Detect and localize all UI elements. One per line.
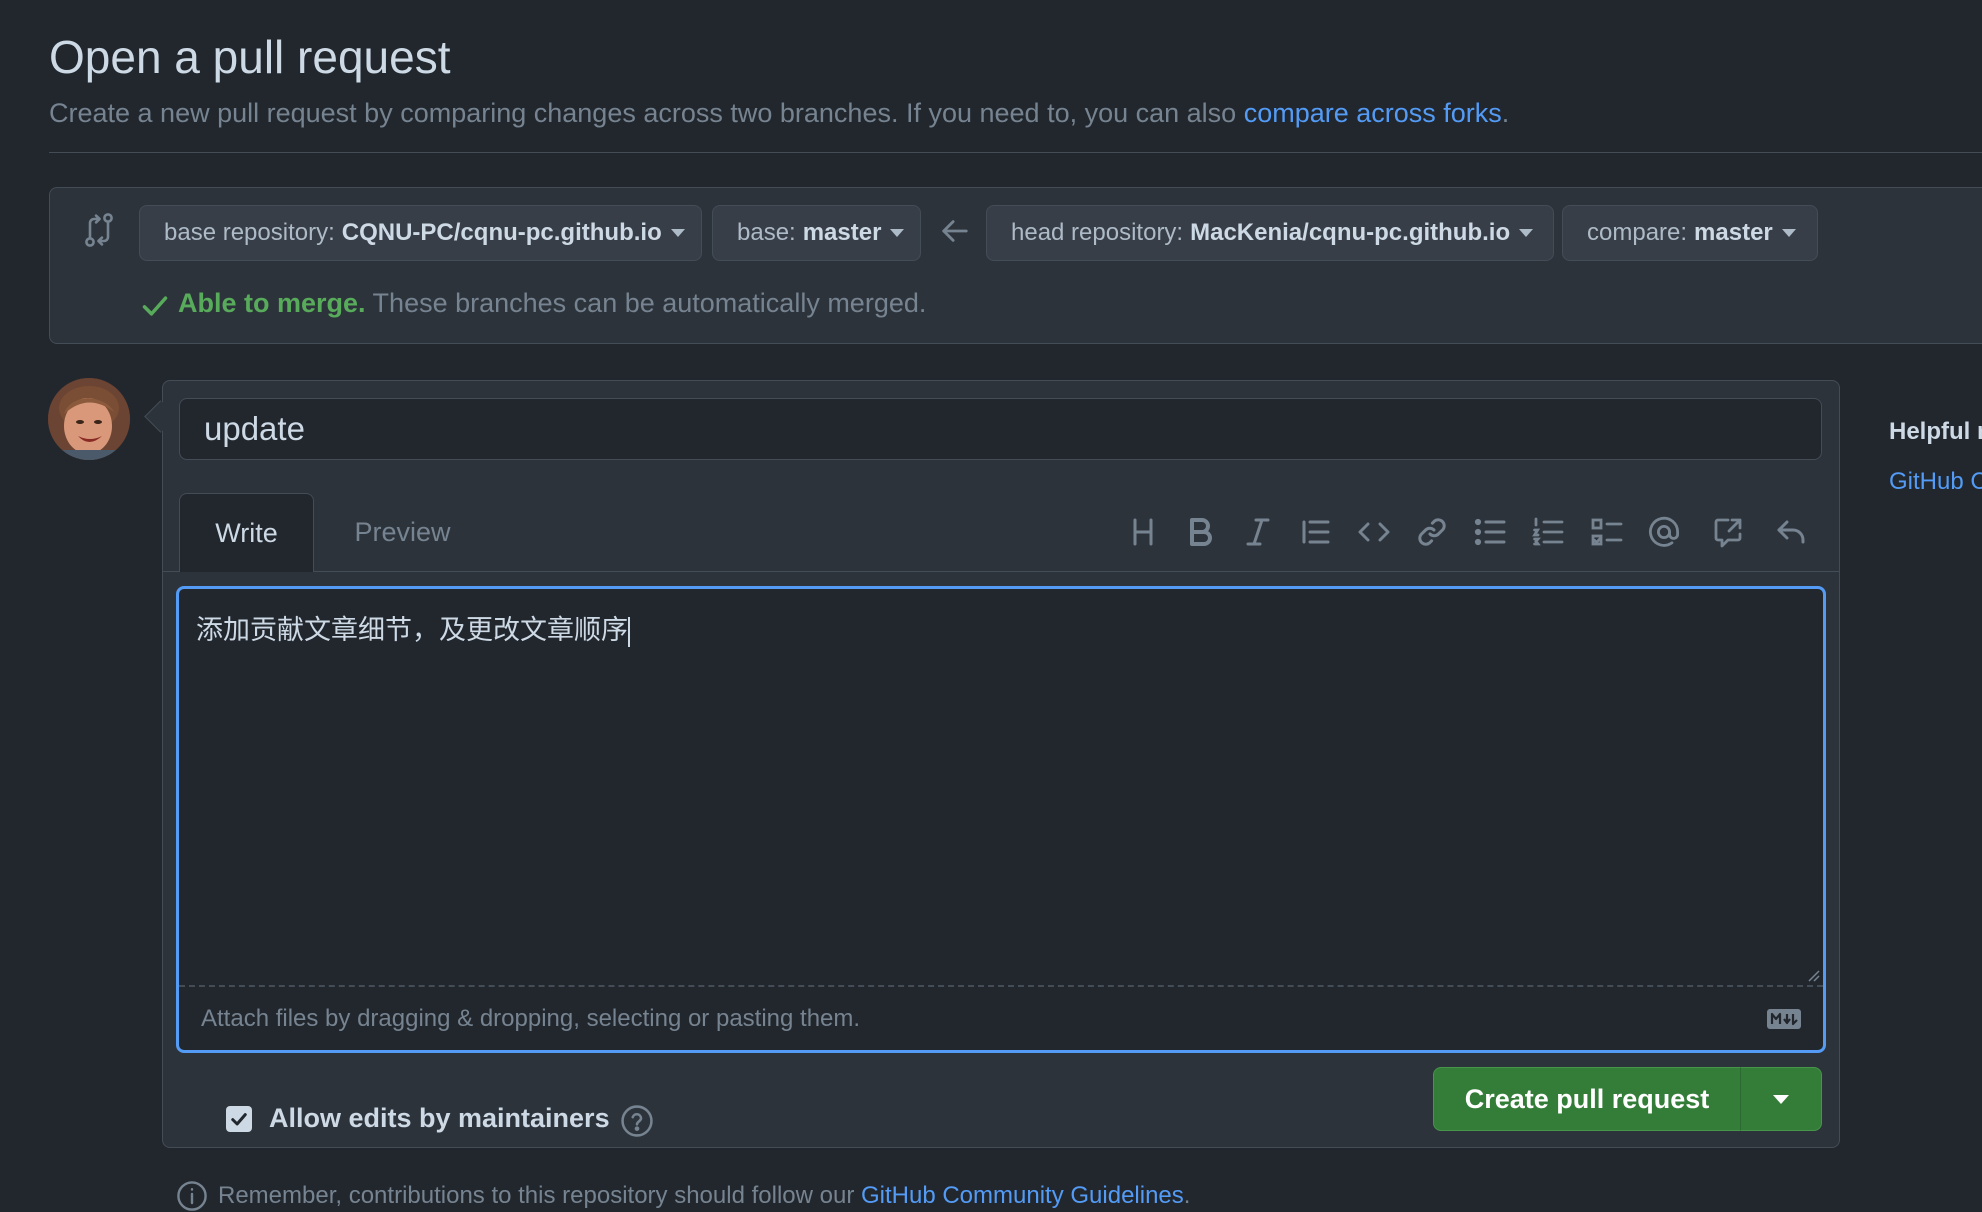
contribution-note: Remember, contributions to this reposito… (218, 1182, 1190, 1210)
merge-status: Able to merge. These branches can be aut… (178, 288, 926, 319)
heading-icon[interactable] (1123, 512, 1163, 552)
subtitle-suffix: . (1501, 98, 1510, 128)
create-pull-request-dropdown[interactable] (1740, 1067, 1822, 1131)
base-branch-label: base: (737, 219, 796, 246)
sidebar-link[interactable]: GitHub C (1889, 468, 1982, 496)
subtitle-text: Create a new pull request by comparing c… (49, 98, 1244, 128)
attach-files-hint[interactable]: Attach files by dragging & dropping, sel… (201, 1005, 860, 1033)
body-text[interactable]: 添加贡献文章细节，及更改文章顺序 (196, 608, 1796, 968)
markdown-icon[interactable] (1766, 1008, 1802, 1030)
base-branch-select[interactable]: base: master (712, 205, 921, 261)
create-pull-request-button[interactable]: Create pull request (1433, 1067, 1741, 1131)
base-repository-value: CQNU-PC/cqnu-pc.github.io (341, 219, 662, 246)
base-repository-label: base repository: (164, 219, 335, 246)
community-guidelines-link[interactable]: GitHub Community Guidelines (861, 1182, 1184, 1209)
link-icon[interactable] (1412, 512, 1452, 552)
arrow-left-icon (942, 220, 968, 242)
code-icon[interactable] (1354, 512, 1394, 552)
sidebar-heading: Helpful r (1889, 418, 1982, 445)
compare-branch-value: master (1694, 219, 1773, 246)
body-text-value: 添加贡献文章细节，及更改文章顺序 (196, 615, 628, 646)
head-repository-value: MacKenia/cqnu-pc.github.io (1190, 219, 1511, 246)
allow-edits-label[interactable]: Allow edits by maintainers (269, 1103, 610, 1134)
merge-status-text: These branches can be automatically merg… (365, 288, 927, 318)
check-icon (142, 296, 168, 316)
head-repository-label: head repository: (1011, 219, 1184, 246)
checkmark-icon (231, 1113, 247, 1126)
question-icon[interactable] (620, 1104, 654, 1138)
git-compare-icon (85, 213, 113, 247)
compare-across-forks-link[interactable]: compare across forks (1244, 98, 1502, 128)
base-repository-select[interactable]: base repository: CQNU-PC/cqnu-pc.github.… (139, 205, 702, 261)
chevron-down-icon (670, 229, 685, 237)
compare-branch-label: compare: (1587, 219, 1688, 246)
ordered-list-icon[interactable] (1528, 512, 1568, 552)
chevron-down-icon (890, 229, 905, 237)
page-subtitle: Create a new pull request by comparing c… (49, 98, 1509, 129)
title-input[interactable] (179, 398, 1822, 460)
cross-reference-icon[interactable] (1708, 512, 1748, 552)
text-cursor (628, 616, 630, 647)
chevron-down-icon (1773, 1094, 1789, 1104)
chevron-down-icon (1781, 229, 1796, 237)
compare-branch-select[interactable]: compare: master (1562, 205, 1818, 261)
chevron-down-icon (1519, 229, 1534, 237)
attach-divider (179, 985, 1823, 987)
reply-icon[interactable] (1771, 512, 1811, 552)
task-list-icon[interactable] (1587, 512, 1627, 552)
header-divider (49, 152, 1982, 153)
tab-preview[interactable]: Preview (335, 493, 470, 572)
avatar-image (48, 378, 130, 460)
bold-icon[interactable] (1180, 512, 1220, 552)
italic-icon[interactable] (1238, 512, 1278, 552)
avatar[interactable] (48, 378, 130, 460)
allow-edits-checkbox[interactable] (226, 1106, 252, 1132)
contribution-note-text: Remember, contributions to this reposito… (218, 1182, 861, 1209)
quote-icon[interactable] (1296, 512, 1336, 552)
tab-write[interactable]: Write (179, 493, 314, 572)
mention-icon[interactable] (1644, 512, 1684, 552)
info-icon (177, 1181, 207, 1211)
resize-handle-icon[interactable] (1806, 968, 1820, 982)
contribution-note-suffix: . (1183, 1182, 1191, 1209)
base-branch-value: master (802, 219, 882, 246)
merge-status-strong: Able to merge. (178, 288, 366, 318)
unordered-list-icon[interactable] (1470, 512, 1510, 552)
page-title: Open a pull request (49, 31, 451, 83)
head-repository-select[interactable]: head repository: MacKenia/cqnu-pc.github… (986, 205, 1554, 261)
